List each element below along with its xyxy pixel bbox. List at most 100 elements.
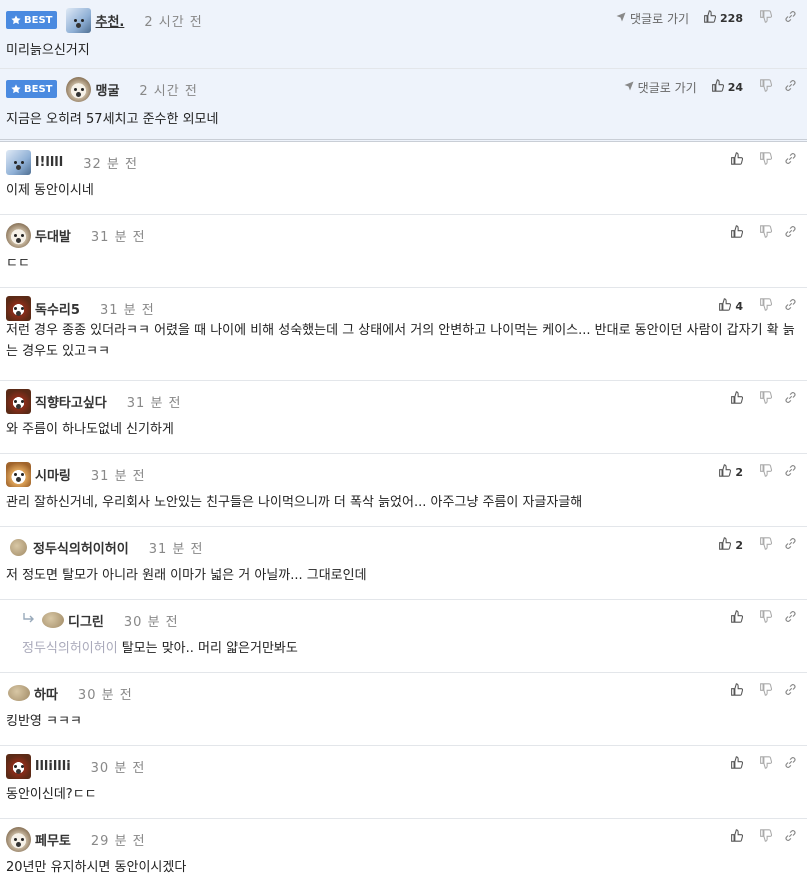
bear-avatar[interactable] [66,7,92,33]
nickname[interactable]: 시마링 [35,465,71,484]
blob-avatar[interactable] [8,685,30,701]
fox-avatar[interactable] [6,461,31,487]
nickname[interactable]: 독수리5 [35,299,80,318]
comment-actions [729,390,797,408]
thumbs-up-icon [730,829,743,845]
share-link-button[interactable] [784,464,797,480]
link-icon [784,225,797,241]
comment-actions: 댓글로 가기 24 [624,78,797,96]
best-badge-label: BEST [24,83,53,95]
comment-actions: 2 [718,536,797,554]
thumbs-down-icon [759,683,772,699]
upvote-button[interactable]: 2 [718,537,743,553]
blob-avatar[interactable] [10,538,27,556]
downvote-button[interactable] [759,683,772,699]
nickname[interactable]: 직향타고싶다 [35,392,107,411]
nickname[interactable]: 하따 [34,684,58,703]
thumbs-up-icon [730,391,743,407]
nickname[interactable]: l!llll [35,155,63,170]
comment-text: 저 정도면 탈모가 아니라 원래 이마가 넓은 거 아닐까... 그대로인데 [6,568,367,583]
share-link-button[interactable] [784,391,797,407]
timestamp: 30 분 전 [123,614,179,630]
comment-actions [729,151,797,169]
blob-avatar[interactable] [42,612,64,628]
upvote-button[interactable]: 24 [711,79,743,95]
comment-body: 저 정도면 탈모가 아니라 원래 이마가 넓은 거 아닐까... 그대로인데 [6,565,799,586]
comment-text: 킹반영 ㅋㅋㅋ [6,714,82,729]
upvote-button[interactable] [729,610,743,626]
downvote-button[interactable] [759,829,772,845]
nickname[interactable]: 두대발 [35,226,71,245]
share-link-button[interactable] [784,683,797,699]
share-link-button[interactable] [784,610,797,626]
downvote-button[interactable] [759,225,772,241]
upvote-button[interactable] [729,683,743,699]
go-to-comment-button[interactable]: 댓글로 가기 [624,79,697,96]
comment: l!llll 32 분 전 이제 동안이시네 [0,142,807,215]
upvote-button[interactable] [729,391,743,407]
share-link-button[interactable] [784,298,797,314]
bear-avatar[interactable] [6,149,31,175]
downvote-button[interactable] [759,298,772,314]
upvote-button[interactable] [729,756,743,772]
downvote-button[interactable] [759,610,772,626]
share-link-button[interactable] [784,829,797,845]
comment-header: 시마링 31 분 전 [6,461,146,487]
thumbs-down-icon [759,298,772,314]
link-icon [784,10,797,26]
nickname[interactable]: 추천. [95,11,124,30]
lion-avatar[interactable] [6,753,31,779]
comment-text: 관리 잘하신거네, 우리회사 노안있는 친구들은 나이먹으니까 더 폭삭 늙었어… [6,495,583,510]
upvote-button[interactable] [729,225,743,241]
lion-avatar[interactable] [6,388,31,414]
share-link-button[interactable] [784,152,797,168]
arrow-icon [616,11,626,25]
comment-header: 디그린 30 분 전 [22,610,179,630]
upvote-button[interactable]: 4 [718,298,743,314]
nickname[interactable]: 페무토 [35,830,71,849]
lion-avatar[interactable] [6,295,31,321]
downvote-button[interactable] [759,79,772,95]
timestamp: 29 분 전 [90,833,146,849]
reply-comment: 디그린 30 분 전정두식의허이허이 탈모는 맞아.. 머리 얇은거만봐도 [0,600,807,673]
downvote-button[interactable] [759,464,772,480]
comment-actions [729,828,797,846]
downvote-button[interactable] [759,152,772,168]
dog-avatar[interactable] [66,76,92,102]
mention-link[interactable]: 정두식의허이허이 [22,641,118,656]
comment-header: l!llll 32 분 전 [6,149,138,175]
downvote-button[interactable] [759,756,772,772]
timestamp: 31 분 전 [90,468,146,484]
dog-avatar[interactable] [6,222,31,248]
comment-header: BEST 맹굴 2 시간 전 [6,76,198,102]
thumbs-down-icon [759,537,772,553]
dog-avatar[interactable] [6,826,31,852]
upvote-button[interactable] [729,829,743,845]
upvote-button[interactable]: 2 [718,464,743,480]
comment-header: BEST 추천. 2 시간 전 [6,7,203,33]
nickname[interactable]: 정두식의허이허이 [33,538,129,557]
comment-body: 정두식의허이허이 탈모는 맞아.. 머리 얇은거만봐도 [22,638,799,659]
timestamp: 31 분 전 [148,541,204,557]
share-link-button[interactable] [784,225,797,241]
timestamp: 2 시간 전 [139,83,198,99]
share-link-button[interactable] [784,79,797,95]
go-to-comment-button[interactable]: 댓글로 가기 [616,10,689,27]
upvote-count: 24 [727,80,743,94]
upvote-count: 2 [735,538,743,552]
downvote-button[interactable] [759,391,772,407]
downvote-button[interactable] [759,537,772,553]
nickname[interactable]: 디그린 [68,611,104,630]
downvote-button[interactable] [759,10,772,26]
thumbs-down-icon [759,79,772,95]
comment: 직향타고싶다 31 분 전와 주름이 하나도없네 신기하게 [0,381,807,454]
comment-text: ㄷㄷ [6,256,30,271]
nickname[interactable]: lllillli [35,759,71,774]
nickname[interactable]: 맹굴 [95,80,119,99]
comment-body: 미리늙으신거지 [6,40,799,61]
share-link-button[interactable] [784,756,797,772]
share-link-button[interactable] [784,537,797,553]
upvote-button[interactable] [729,152,743,168]
upvote-button[interactable]: 228 [703,10,743,26]
share-link-button[interactable] [784,10,797,26]
